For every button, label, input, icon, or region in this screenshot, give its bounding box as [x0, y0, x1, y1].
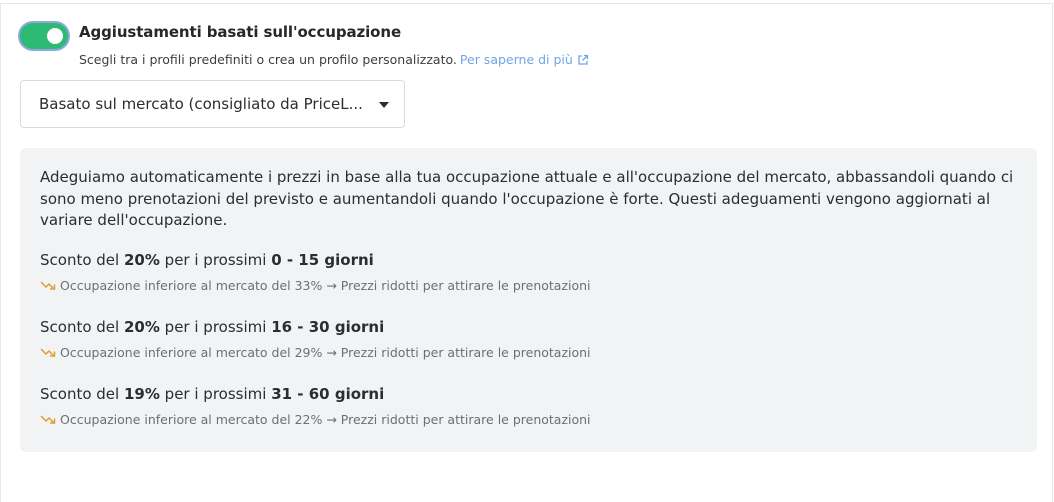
discount-tier: Sconto del 20% per i prossimi 0 - 15 gio… — [40, 251, 591, 293]
toggle-knob — [47, 28, 63, 44]
discount-tier: Sconto del 19% per i prossimi 31 - 60 gi… — [40, 385, 591, 427]
subtitle-text: Scegli tra i profili predefiniti o crea … — [79, 52, 457, 67]
tier-summary: Sconto del 20% per i prossimi 16 - 30 gi… — [40, 318, 591, 336]
discount-tier: Sconto del 20% per i prossimi 16 - 30 gi… — [40, 318, 591, 360]
learn-more-label: Per saperne di più — [459, 52, 573, 67]
tier-note-text: Occupazione inferiore al mercato del 29%… — [60, 345, 591, 360]
section-subtitle: Scegli tra i profili predefiniti o crea … — [79, 52, 589, 67]
tier-middle: per i prossimi — [164, 251, 267, 269]
section-title: Aggiustamenti basati sull'occupazione — [79, 23, 402, 41]
tier-percent: 19% — [123, 385, 160, 403]
tier-percent: 20% — [123, 318, 160, 336]
tier-note: Occupazione inferiore al mercato del 33%… — [40, 278, 591, 293]
tier-prefix: Sconto del — [40, 251, 120, 269]
tier-range: 0 - 15 giorni — [271, 251, 374, 269]
learn-more-link[interactable]: Per saperne di più — [460, 52, 589, 67]
tier-prefix: Sconto del — [40, 318, 120, 336]
trending-down-icon — [40, 348, 56, 357]
tier-summary: Sconto del 20% per i prossimi 0 - 15 gio… — [40, 251, 591, 269]
tier-middle: per i prossimi — [164, 385, 267, 403]
panel-description: Adeguiamo automaticamente i prezzi in ba… — [40, 168, 1014, 229]
explanation-panel: Adeguiamo automaticamente i prezzi in ba… — [20, 148, 1037, 452]
tier-note-text: Occupazione inferiore al mercato del 22%… — [60, 412, 591, 427]
tier-percent: 20% — [123, 251, 160, 269]
tier-note-text: Occupazione inferiore al mercato del 33%… — [60, 278, 591, 293]
trending-down-icon — [40, 415, 56, 424]
tier-summary: Sconto del 19% per i prossimi 31 - 60 gi… — [40, 385, 591, 403]
caret-down-icon — [379, 102, 389, 108]
tier-range: 31 - 60 giorni — [271, 385, 385, 403]
profile-select-value: Basato sul mercato (consigliato da Price… — [39, 95, 363, 113]
trending-down-icon — [40, 281, 56, 290]
tier-middle: per i prossimi — [164, 318, 267, 336]
tier-range: 16 - 30 giorni — [271, 318, 385, 336]
tier-note: Occupazione inferiore al mercato del 29%… — [40, 345, 591, 360]
profile-select[interactable]: Basato sul mercato (consigliato da Price… — [20, 80, 405, 128]
occupancy-toggle[interactable] — [18, 21, 70, 51]
external-link-icon — [578, 54, 588, 65]
tier-prefix: Sconto del — [40, 385, 120, 403]
tier-note: Occupazione inferiore al mercato del 22%… — [40, 412, 591, 427]
